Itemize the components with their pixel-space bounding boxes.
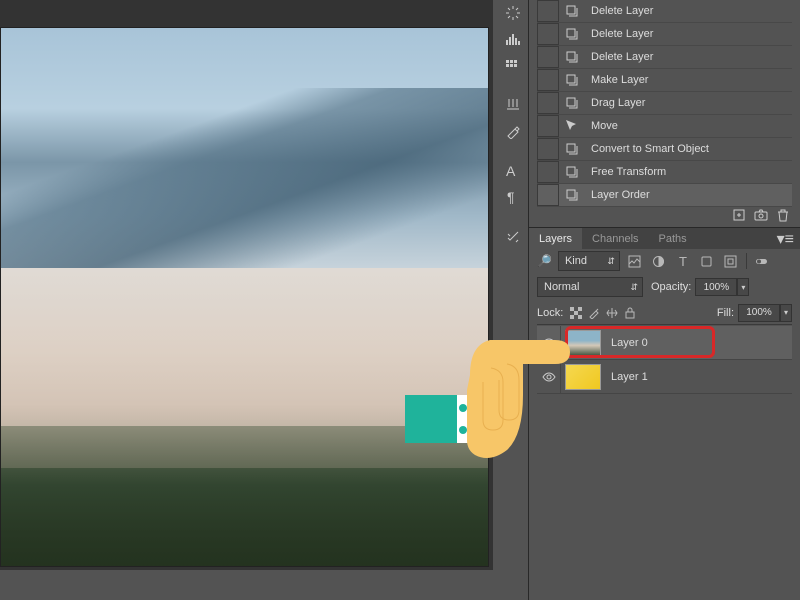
canvas-area [0,0,493,570]
filter-adjustment-icon[interactable] [650,252,668,270]
search-icon: 🔎 [537,254,552,268]
history-label: Move [585,120,618,132]
layer-icon [559,69,585,91]
history-item[interactable]: Drag Layer [537,92,792,115]
layer-thumbnail[interactable] [565,330,601,356]
history-item[interactable]: Convert to Smart Object [537,138,792,161]
blend-mode-select[interactable]: Normal [537,277,643,297]
tool-burst-icon[interactable] [498,0,528,26]
filter-smart-icon[interactable] [722,252,740,270]
history-item[interactable]: Delete Layer [537,0,792,23]
layer-icon [559,0,585,22]
move-icon [559,115,585,137]
history-item[interactable]: Layer Order [537,184,792,207]
lock-bar: Lock: Fill: 100% ▾ [537,301,792,325]
tab-layers[interactable]: Layers [529,228,582,249]
history-label: Delete Layer [585,51,653,63]
layer-row[interactable]: Layer 0 [537,326,792,360]
visibility-toggle[interactable] [537,360,561,393]
right-panel: Delete Layer Delete Layer Delete Layer M… [528,0,800,600]
history-label: Delete Layer [585,28,653,40]
history-item[interactable]: Delete Layer [537,23,792,46]
history-label: Delete Layer [585,5,653,17]
svg-text:A: A [506,163,516,179]
layer-icon [559,138,585,160]
tab-paths[interactable]: Paths [649,228,697,249]
history-item[interactable]: Make Layer [537,69,792,92]
visibility-toggle[interactable] [537,326,561,359]
layer-filter-bar: 🔎 Kind T [537,249,792,273]
filter-kind-select[interactable]: Kind [558,251,620,271]
history-item[interactable]: Delete Layer [537,46,792,69]
panel-menu-icon[interactable]: ▾≡ [777,229,800,249]
lock-transparency-icon[interactable] [567,304,585,322]
canvas-image[interactable] [0,27,489,567]
panel-tabs: Layers Channels Paths ▾≡ [529,227,800,249]
new-document-icon[interactable] [732,208,746,227]
tool-properties-icon[interactable] [498,224,528,250]
fill-value[interactable]: 100% [738,304,780,322]
history-item[interactable]: Move [537,115,792,138]
lock-all-icon[interactable] [621,304,639,322]
filter-toggle-icon[interactable] [753,252,771,270]
opacity-dropdown-icon[interactable]: ▾ [737,278,749,296]
layer-name[interactable]: Layer 1 [605,371,648,383]
layer-icon [559,161,585,183]
lock-brush-icon[interactable] [585,304,603,322]
layer-list: Layer 0 Layer 1 [537,326,792,394]
camera-icon[interactable] [754,208,768,227]
history-item[interactable]: Free Transform [537,161,792,184]
history-label: Layer Order [585,189,650,201]
layer-icon [559,46,585,68]
layer-icon [559,184,585,206]
history-label: Convert to Smart Object [585,143,709,155]
opacity-label: Opacity: [651,281,691,293]
svg-text:¶: ¶ [507,189,515,205]
layer-row[interactable]: Layer 1 [537,360,792,394]
history-footer [710,207,790,227]
tool-character-icon[interactable]: A [498,158,528,184]
fill-dropdown-icon[interactable]: ▾ [780,304,792,322]
tool-histogram-icon[interactable] [498,26,528,52]
layer-icon [559,23,585,45]
tool-brushes-icon[interactable] [498,92,528,118]
filter-type-icon[interactable]: T [674,252,692,270]
tool-swatches-icon[interactable] [498,52,528,78]
fill-label: Fill: [717,307,734,319]
layer-thumbnail[interactable] [565,364,601,390]
history-label: Free Transform [585,166,666,178]
layer-name[interactable]: Layer 0 [605,337,648,349]
history-list: Delete Layer Delete Layer Delete Layer M… [537,0,792,207]
history-label: Drag Layer [585,97,645,109]
filter-shape-icon[interactable] [698,252,716,270]
vertical-toolbar: A ¶ [498,0,528,262]
blend-bar: Normal Opacity: 100% ▾ [537,275,792,299]
tool-paragraph-icon[interactable]: ¶ [498,184,528,210]
layer-icon [559,92,585,114]
opacity-value[interactable]: 100% [695,278,737,296]
trash-icon[interactable] [776,208,790,227]
lock-label: Lock: [537,307,563,319]
filter-pixel-icon[interactable] [626,252,644,270]
history-label: Make Layer [585,74,648,86]
lock-position-icon[interactable] [603,304,621,322]
tab-channels[interactable]: Channels [582,228,648,249]
tool-brush-settings-icon[interactable] [498,118,528,144]
